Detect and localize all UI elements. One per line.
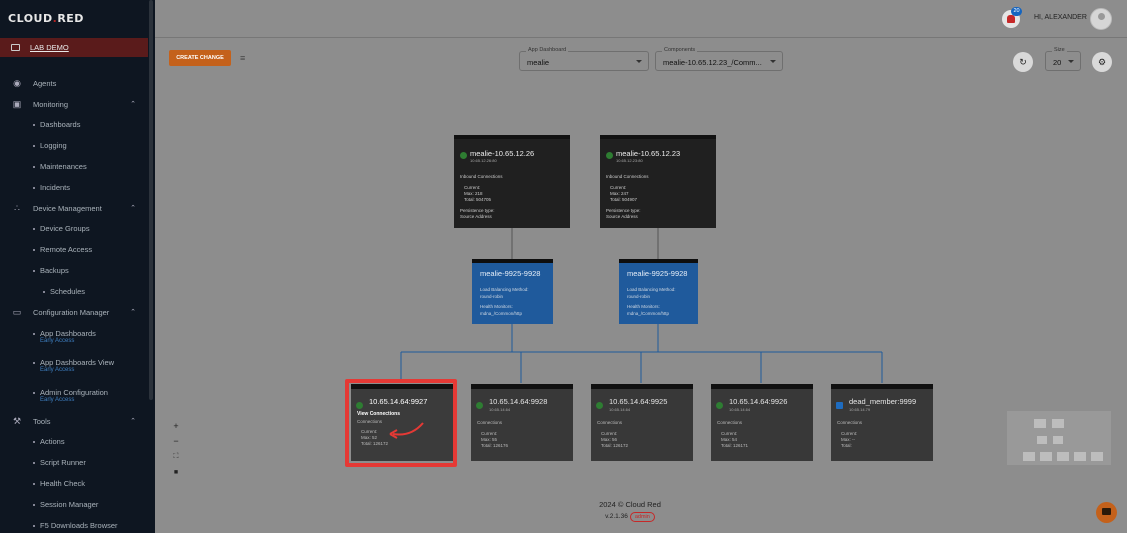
virtual-server-card[interactable]: mealie-10.65.12.23 10.65.12.23:80 Inboun… <box>600 135 716 228</box>
pool-member-card[interactable]: 10.65.14.64:9925 10.65.14.64 Connections… <box>591 384 693 461</box>
zoom-in-button[interactable]: + <box>170 420 182 432</box>
role-badge: admin <box>629 512 655 522</box>
lock-icon[interactable]: ■ <box>170 467 182 479</box>
zoom-out-button[interactable]: − <box>170 435 182 447</box>
version-text: v.2.1.36 <box>605 513 628 520</box>
status-dot <box>606 152 613 159</box>
virtual-server-card[interactable]: mealie-10.65.12.26 10.65.12.26:80 Inboun… <box>454 135 570 228</box>
pool-member-card[interactable]: 10.65.14.64:9926 10.65.14.64 Connections… <box>711 384 813 461</box>
fit-view-button[interactable]: ⛶ <box>170 451 182 463</box>
status-dot <box>460 152 467 159</box>
status-dot <box>476 402 483 409</box>
highlight-box <box>345 379 457 467</box>
status-square <box>836 402 843 409</box>
status-dot <box>716 402 723 409</box>
minimap[interactable] <box>1007 411 1111 465</box>
pool-member-card[interactable]: dead_member:9999 10.65.14.79 Connections… <box>831 384 933 461</box>
footer: 2024 © Cloud Red v.2.1.36 admin <box>590 500 670 522</box>
pool-card[interactable]: mealie-9925-9928 Load Balancing Method: … <box>472 259 553 324</box>
copyright-text: 2024 © Cloud Red <box>599 500 661 509</box>
chat-button[interactable] <box>1096 502 1117 523</box>
status-dot <box>596 402 603 409</box>
pool-card[interactable]: mealie-9925-9928 Load Balancing Method: … <box>619 259 698 324</box>
pool-member-card[interactable]: 10.65.14.64:9928 10.65.14.64 Connections… <box>471 384 573 461</box>
